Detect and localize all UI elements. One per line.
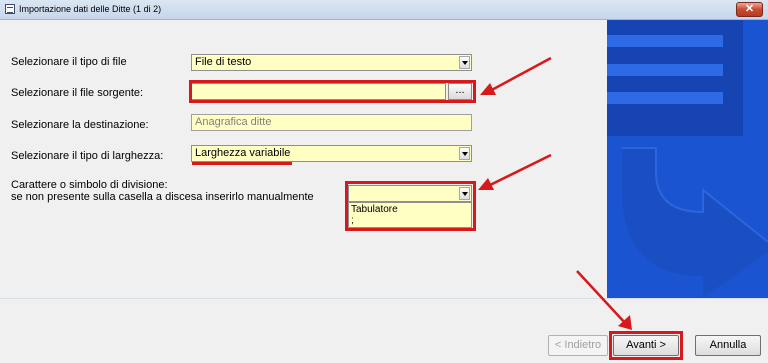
- width-type-label: Selezionare il tipo di larghezza:: [11, 150, 164, 162]
- annotation-arrow-source: [480, 56, 552, 95]
- close-button[interactable]: ✕: [736, 2, 763, 17]
- annotation-arrow-next: [576, 270, 632, 330]
- footer-separator: [0, 298, 768, 299]
- app-icon: [5, 4, 15, 14]
- close-icon: ✕: [744, 3, 755, 15]
- destination-value: Anagrafica ditte: [195, 116, 272, 128]
- annotation-box-separator: [345, 181, 476, 231]
- file-type-value: File di testo: [195, 56, 252, 68]
- cancel-button[interactable]: Annulla: [695, 335, 761, 356]
- destination-field: Anagrafica ditte: [191, 114, 472, 131]
- file-type-select[interactable]: File di testo: [191, 54, 472, 71]
- dropdown-arrow-icon[interactable]: [459, 56, 470, 69]
- back-button[interactable]: < Indietro: [548, 335, 608, 356]
- source-file-label: Selezionare il file sorgente:: [11, 87, 144, 99]
- destination-label: Selezionare la destinazione:: [11, 119, 149, 131]
- annotation-underline-width: [192, 162, 292, 165]
- decorative-arrow-svg: [607, 20, 768, 298]
- annotation-box-source: [189, 80, 476, 103]
- title-bar: Importazione dati delle Ditte (1 di 2) ✕: [0, 0, 768, 20]
- width-type-select[interactable]: Larghezza variabile: [191, 145, 472, 162]
- width-type-value: Larghezza variabile: [195, 147, 291, 159]
- separator-label-line1: Carattere o simbolo di divisione:: [11, 179, 168, 191]
- wizard-content: Selezionare il tipo di file File di test…: [0, 20, 768, 363]
- file-type-label: Selezionare il tipo di file: [11, 56, 127, 68]
- annotation-box-next: [609, 331, 683, 360]
- annotation-arrow-separator: [478, 153, 552, 190]
- decorative-arrow-graphic: [607, 20, 768, 298]
- dropdown-arrow-icon[interactable]: [459, 147, 470, 160]
- import-wizard-window: Importazione dati delle Ditte (1 di 2) ✕…: [0, 0, 768, 363]
- window-title: Importazione dati delle Ditte (1 di 2): [19, 4, 162, 14]
- separator-label-line2: se non presente sulla casella a discesa …: [11, 191, 314, 203]
